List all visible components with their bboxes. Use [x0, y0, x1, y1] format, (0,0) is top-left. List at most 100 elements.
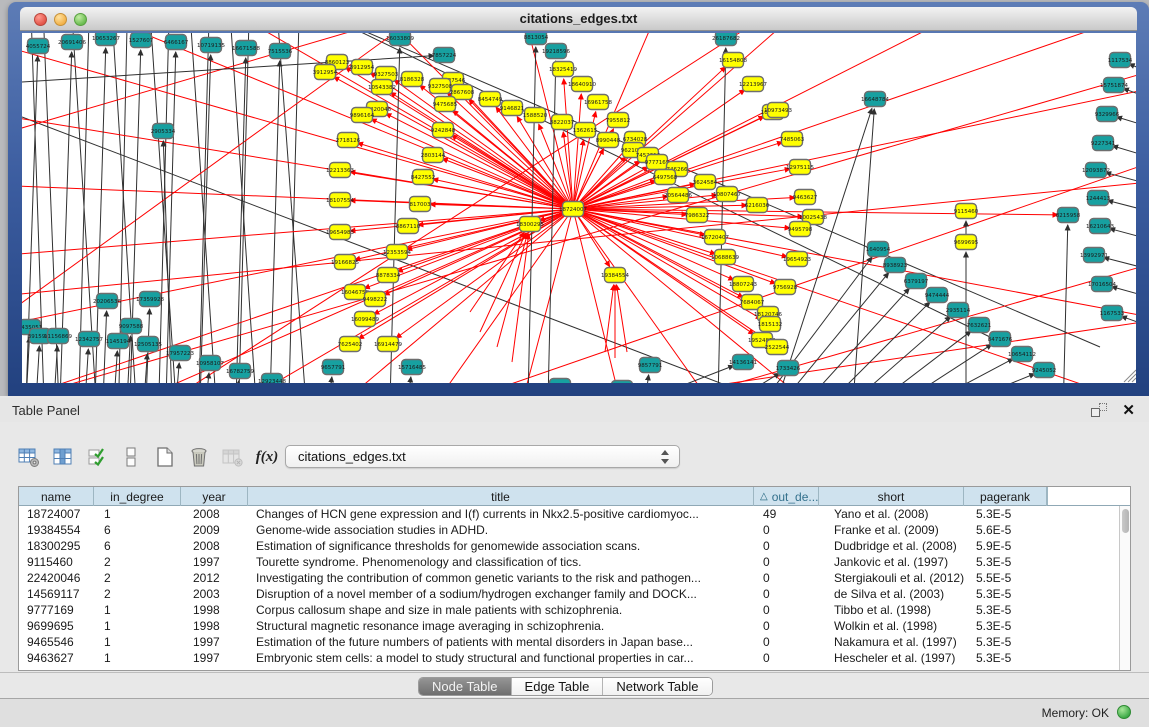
table-cell[interactable]: 2008: [181, 538, 248, 554]
table-cell[interactable]: 6: [94, 522, 181, 538]
table-cell[interactable]: 5.5E-5: [964, 570, 1047, 586]
graph-edge[interactable]: [188, 33, 218, 383]
table-cell[interactable]: Tibbo et al. (1998): [819, 602, 964, 618]
graph-edge[interactable]: [270, 61, 280, 383]
table-row[interactable]: 1830029562008Estimation of significance …: [19, 538, 1130, 554]
graph-edge[interactable]: [573, 33, 1100, 209]
row-height-button[interactable]: [120, 446, 142, 468]
table-cell[interactable]: 1: [94, 618, 181, 634]
graph-edge[interactable]: [329, 377, 332, 383]
table-row[interactable]: 911546021997Tourette syndrome. Phenomeno…: [19, 554, 1130, 570]
tab-edge-table[interactable]: Edge Table: [511, 678, 603, 695]
graph-edge[interactable]: [1117, 117, 1136, 130]
graph-edge[interactable]: [617, 285, 627, 352]
table-row[interactable]: 969969511998Structural magnetic resonanc…: [19, 618, 1130, 634]
graph-edge[interactable]: [114, 351, 117, 383]
graph-edge[interactable]: [452, 135, 573, 209]
table-cell[interactable]: 5.6E-5: [964, 522, 1047, 538]
table-cell[interactable]: 14569117: [19, 586, 94, 602]
table-cell[interactable]: 1998: [181, 618, 248, 634]
table-cell[interactable]: 18724007: [19, 506, 94, 522]
graph-node[interactable]: [550, 379, 571, 384]
table-cell[interactable]: 1: [94, 602, 181, 618]
column-header-out_de[interactable]: △out_de...: [754, 487, 819, 506]
table-cell[interactable]: 9115460: [19, 554, 94, 570]
graph-edge[interactable]: [872, 344, 992, 383]
table-cell[interactable]: 2: [94, 554, 181, 570]
table-cell[interactable]: Stergiakouli et al. (2012): [819, 570, 964, 586]
table-settings-button[interactable]: [18, 446, 40, 468]
table-row[interactable]: 946362711997Embryonic stem cells: a mode…: [19, 650, 1130, 666]
table-row[interactable]: 1872400712008Changes of HCN gene express…: [19, 506, 1130, 522]
table-cell[interactable]: 5.3E-5: [964, 650, 1047, 666]
scrollbar-thumb[interactable]: [1122, 509, 1129, 533]
window-titlebar[interactable]: citations_edges.txt: [20, 7, 1137, 31]
table-cell[interactable]: 2009: [181, 522, 248, 538]
graph-edge[interactable]: [275, 33, 308, 383]
table-cell[interactable]: 1997: [181, 554, 248, 570]
table-row[interactable]: 1456911722003Disruption of a novel membe…: [19, 586, 1130, 602]
table-cell[interactable]: 0: [754, 618, 819, 634]
table-vertical-scrollbar[interactable]: [1119, 506, 1130, 670]
graph-edge[interactable]: [238, 33, 250, 383]
graph-edge[interactable]: [198, 33, 210, 383]
table-selector-dropdown[interactable]: citations_edges.txt: [285, 445, 680, 468]
table-row[interactable]: 2242004622012Investigating the contribut…: [19, 570, 1130, 586]
table-cell[interactable]: Investigating the contribution of common…: [248, 570, 754, 586]
graph-edge[interactable]: [1110, 229, 1136, 242]
select-rows-button[interactable]: [86, 446, 108, 468]
table-cell[interactable]: 5.3E-5: [964, 506, 1047, 522]
table-cell[interactable]: 5.3E-5: [964, 602, 1047, 618]
table-cell[interactable]: 1: [94, 634, 181, 650]
float-panel-icon[interactable]: [1091, 403, 1107, 417]
table-cell[interactable]: 2012: [181, 570, 248, 586]
table-cell[interactable]: Embryonic stem cells: a model to study s…: [248, 650, 754, 666]
column-header-pagerank[interactable]: pagerank: [964, 487, 1047, 506]
column-header-year[interactable]: year: [181, 487, 248, 506]
table-row[interactable]: 1938455462009Genome-wide association stu…: [19, 522, 1130, 538]
table-cell[interactable]: Tourette syndrome. Phenomenology and cla…: [248, 554, 754, 570]
table-cell[interactable]: Corpus callosum shape and size in male p…: [248, 602, 754, 618]
table-cell[interactable]: Hescheler et al. (1997): [819, 650, 964, 666]
graph-edge[interactable]: [36, 346, 39, 383]
table-cell[interactable]: 9465546: [19, 634, 94, 650]
graph-edge[interactable]: [573, 209, 787, 257]
close-panel-icon[interactable]: ✕: [1122, 401, 1135, 419]
table-cell[interactable]: 0: [754, 650, 819, 666]
graph-edge[interactable]: [470, 232, 524, 312]
table-cell[interactable]: Yano et al. (2008): [819, 506, 964, 522]
table-cell[interactable]: Wolkin et al. (1998): [819, 618, 964, 634]
table-cell[interactable]: de Silva et al. (2003): [819, 586, 964, 602]
table-cell[interactable]: Structural magnetic resonance image aver…: [248, 618, 754, 634]
graph-edge[interactable]: [22, 57, 1136, 383]
trash-button[interactable]: [188, 446, 210, 468]
graph-edge[interactable]: [1113, 146, 1136, 160]
table-row[interactable]: 946554611997Estimation of the future num…: [19, 634, 1130, 650]
table-cell[interactable]: 18300295: [19, 538, 94, 554]
table-cell[interactable]: 5.3E-5: [964, 586, 1047, 602]
table-cell[interactable]: Changes of HCN gene expression and I(f) …: [248, 506, 754, 522]
table-cell[interactable]: 1: [94, 506, 181, 522]
graph-edge[interactable]: [176, 363, 179, 383]
table-cell[interactable]: 6: [94, 538, 181, 554]
graph-edge[interactable]: [718, 48, 726, 383]
graph-edge[interactable]: [573, 209, 640, 383]
graph-edge[interactable]: [528, 47, 536, 383]
table-cell[interactable]: 49: [754, 506, 819, 522]
table-cell[interactable]: 2: [94, 586, 181, 602]
table-cell[interactable]: 5.3E-5: [964, 618, 1047, 634]
table-cell[interactable]: Estimation of significance thresholds fo…: [248, 538, 754, 554]
column-header-in_degree[interactable]: in_degree: [94, 487, 181, 506]
table-cell[interactable]: Dudbridge et al. (2008): [819, 538, 964, 554]
function-builder-button[interactable]: f(x): [256, 446, 278, 468]
table-cell[interactable]: 0: [754, 586, 819, 602]
graph-edge[interactable]: [1112, 287, 1136, 300]
table-cell[interactable]: Nakamura et al. (1997): [819, 634, 964, 650]
network-canvas[interactable]: 1872400740557242069140610653267152760764…: [22, 33, 1136, 383]
table-cell[interactable]: 9463627: [19, 650, 94, 666]
graph-edge[interactable]: [288, 33, 300, 383]
graph-node[interactable]: [612, 381, 633, 384]
new-file-button[interactable]: [154, 446, 176, 468]
table-row[interactable]: 977716911998Corpus callosum shape and si…: [19, 602, 1130, 618]
graph-edge[interactable]: [573, 33, 700, 209]
